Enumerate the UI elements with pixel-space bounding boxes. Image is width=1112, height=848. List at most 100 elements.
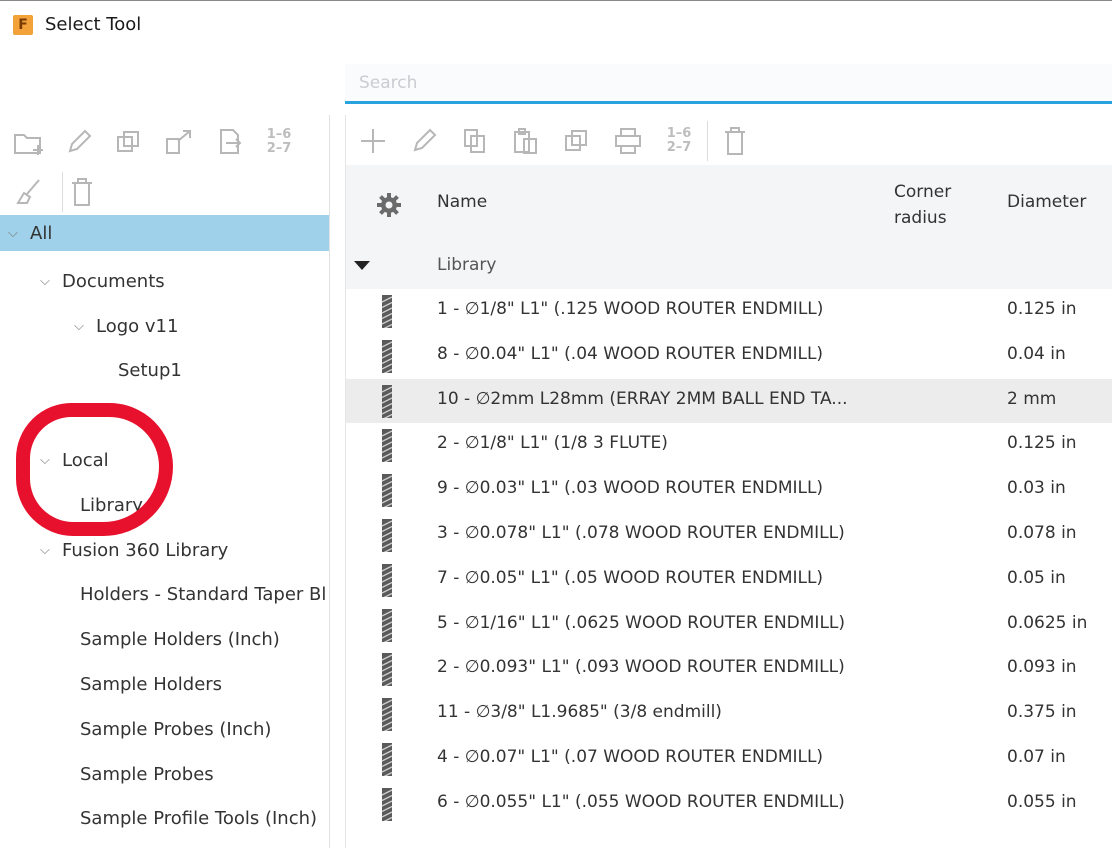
column-header-corner-radius[interactable]: Corner radius: [894, 179, 974, 231]
export-icon[interactable]: [160, 122, 198, 162]
table-row[interactable]: 9 - ∅0.03" L1" (.03 WOOD ROUTER ENDMILL)…: [346, 468, 1112, 513]
tree-item-sample-holders-inch[interactable]: Sample Holders (Inch): [0, 617, 329, 662]
tool-diameter: 0.375 in: [1007, 702, 1077, 723]
clean-icon[interactable]: [10, 172, 48, 212]
tool-diameter: 0.0625 in: [1007, 612, 1088, 633]
renumber-icon[interactable]: 1–6 2–7: [660, 121, 698, 161]
tool-list: 1 - ∅1/8" L1" (.125 WOOD ROUTER ENDMILL)…: [346, 289, 1112, 827]
tool-name: 3 - ∅0.078" L1" (.078 WOOD ROUTER ENDMIL…: [437, 522, 845, 543]
tree-item-label: Logo v11: [96, 315, 179, 337]
select-tool-dialog: F Select Tool 1–62–7: [0, 0, 1112, 848]
table-row[interactable]: 5 - ∅1/16" L1" (.0625 WOOD ROUTER ENDMIL…: [346, 603, 1112, 648]
tree-item-sample-probes-inch[interactable]: Sample Probes (Inch): [0, 707, 329, 752]
column-header-diameter[interactable]: Diameter: [1007, 192, 1086, 212]
tool-name: 11 - ∅3/8" L1.9685" (3/8 endmill): [437, 702, 722, 723]
tool-diameter: 0.05 in: [1007, 567, 1066, 588]
edit-icon[interactable]: [60, 122, 98, 162]
renumber-top-label: 1–6: [666, 126, 692, 141]
endmill-icon: [381, 295, 393, 328]
tree-item-holders-standard-taper[interactable]: Holders - Standard Taper Bl: [0, 573, 329, 618]
tree-item-sample-probes[interactable]: Sample Probes: [0, 752, 329, 797]
print-icon[interactable]: [609, 121, 647, 161]
renumber-icon[interactable]: 1–6 2–7: [260, 122, 298, 162]
table-row[interactable]: 4 - ∅0.07" L1" (.07 WOOD ROUTER ENDMILL)…: [346, 737, 1112, 782]
add-icon[interactable]: [354, 121, 392, 161]
tree-item-label: Local: [62, 450, 109, 472]
title-bar: F Select Tool: [0, 0, 1112, 48]
tree-item-documents[interactable]: ⌵ Documents: [0, 259, 329, 304]
column-header-name[interactable]: Name: [437, 192, 487, 212]
renumber-bottom-label: 2–7: [266, 141, 292, 156]
delete-icon[interactable]: [63, 172, 101, 212]
edit-icon[interactable]: [405, 121, 443, 161]
tree-item-label: Sample Profile Tools (Inch): [80, 808, 318, 830]
search-box: [345, 64, 1112, 104]
table-row[interactable]: 1 - ∅1/8" L1" (.125 WOOD ROUTER ENDMILL)…: [346, 289, 1112, 334]
tool-name: 8 - ∅0.04" L1" (.04 WOOD ROUTER ENDMILL): [437, 343, 824, 364]
tool-name: 9 - ∅0.03" L1" (.03 WOOD ROUTER ENDMILL): [437, 478, 824, 499]
tool-diameter: 2 mm: [1007, 388, 1057, 409]
table-row[interactable]: 2 - ∅0.093" L1" (.093 WOOD ROUTER ENDMIL…: [346, 647, 1112, 692]
table-row[interactable]: 8 - ∅0.04" L1" (.04 WOOD ROUTER ENDMILL)…: [346, 334, 1112, 379]
import-icon[interactable]: [210, 122, 248, 162]
paste-icon[interactable]: [507, 121, 545, 161]
tree-item-sample-holders[interactable]: Sample Holders: [0, 662, 329, 707]
renumber-top-label: 1–6: [266, 127, 292, 142]
search-input[interactable]: [345, 64, 1112, 101]
library-toolbar-row2: [0, 169, 329, 215]
endmill-icon: [381, 608, 393, 642]
tool-diameter: 0.07 in: [1007, 746, 1066, 767]
tree-item-all[interactable]: ⌵ All: [0, 215, 329, 251]
table-row[interactable]: 6 - ∅0.055" L1" (.055 WOOD ROUTER ENDMIL…: [346, 782, 1112, 827]
window-title: Select Tool: [45, 14, 142, 35]
tool-diameter: 0.055 in: [1007, 791, 1077, 812]
table-row[interactable]: 3 - ∅0.078" L1" (.078 WOOD ROUTER ENDMIL…: [346, 513, 1112, 558]
endmill-icon: [381, 518, 393, 552]
new-folder-icon[interactable]: [10, 122, 48, 162]
table-row[interactable]: 7 - ∅0.05" L1" (.05 WOOD ROUTER ENDMILL)…: [346, 558, 1112, 603]
chevron-down-icon[interactable]: ⌵: [40, 274, 54, 289]
tree-item-hidden[interactable]: [0, 393, 329, 438]
caret-down-icon[interactable]: [354, 261, 370, 270]
tool-diameter: 0.03 in: [1007, 478, 1066, 499]
tool-table-pane: 1–6 2–7 Name Corner radius Diameter Libr…: [345, 115, 1112, 848]
tree-item-setup1[interactable]: Setup1: [0, 349, 329, 394]
tree-item-label: Documents: [62, 270, 165, 292]
chevron-down-icon[interactable]: ⌵: [40, 543, 54, 558]
tool-diameter: 0.04 in: [1007, 343, 1066, 364]
endmill-icon: [381, 384, 393, 418]
tool-name: 5 - ∅1/16" L1" (.0625 WOOD ROUTER ENDMIL…: [437, 612, 846, 633]
tree-item-logo-v11[interactable]: ⌵ Logo v11: [0, 304, 329, 349]
toolbar-divider: [707, 121, 708, 161]
gear-icon[interactable]: [376, 192, 402, 222]
tool-name: 4 - ∅0.07" L1" (.07 WOOD ROUTER ENDMILL): [437, 746, 824, 767]
tree-item-label: Sample Probes: [80, 763, 214, 785]
delete-icon[interactable]: [716, 121, 754, 161]
copy-icon[interactable]: [110, 122, 148, 162]
tree-item-label: Sample Holders: [80, 674, 223, 696]
tool-diameter: 0.125 in: [1007, 433, 1077, 454]
endmill-icon: [381, 653, 393, 687]
chevron-down-icon[interactable]: ⌵: [40, 453, 54, 468]
library-tree: ⌵ All ⌵ Documents ⌵ Logo v11 Setup1 ⌵ Lo…: [0, 215, 329, 842]
group-row-library[interactable]: Library: [346, 245, 1112, 289]
tool-toolbar: 1–6 2–7: [346, 115, 1112, 167]
table-row[interactable]: 10 - ∅2mm L28mm (ERRAY 2MM BALL END TA..…: [346, 378, 1112, 424]
tree-item-sample-profile-tools-inch[interactable]: Sample Profile Tools (Inch): [0, 797, 329, 842]
table-header: Name Corner radius Diameter: [346, 165, 1112, 245]
table-row[interactable]: 2 - ∅1/8" L1" (1/8 3 FLUTE) 0.125 in: [346, 423, 1112, 468]
library-tree-pane: 1–6 2–7 ⌵ All ⌵ Documents ⌵ Logo v11 Set…: [0, 115, 330, 848]
table-row[interactable]: 11 - ∅3/8" L1.9685" (3/8 endmill) 0.375 i…: [346, 692, 1112, 737]
duplicate-icon[interactable]: [558, 121, 596, 161]
group-label: Library: [437, 255, 497, 275]
endmill-icon: [381, 698, 393, 732]
tree-item-fusion-360-library[interactable]: ⌵ Fusion 360 Library: [0, 528, 329, 573]
chevron-down-icon[interactable]: ⌵: [74, 319, 88, 334]
copy-icon[interactable]: [456, 121, 494, 161]
endmill-icon: [381, 742, 393, 776]
chevron-down-icon[interactable]: ⌵: [8, 226, 22, 241]
tree-item-local-library[interactable]: Library: [0, 483, 329, 528]
endmill-icon: [381, 474, 393, 508]
tool-name: 2 - ∅0.093" L1" (.093 WOOD ROUTER ENDMIL…: [437, 657, 845, 678]
tree-item-local[interactable]: ⌵ Local: [0, 438, 329, 483]
